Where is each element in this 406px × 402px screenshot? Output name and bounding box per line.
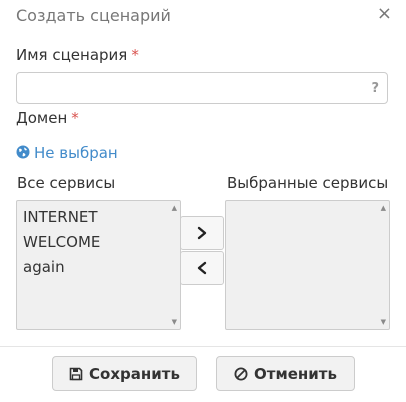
help-icon[interactable]: ?: [371, 81, 379, 96]
list-item[interactable]: WELCOME: [17, 230, 180, 255]
domain-label-text: Домен: [16, 109, 68, 127]
required-mark: *: [71, 109, 79, 127]
list-item[interactable]: again: [17, 255, 180, 280]
save-button-label: Сохранить: [89, 364, 180, 383]
list-item[interactable]: INTERNET: [17, 205, 180, 230]
remove-service-button[interactable]: [180, 251, 224, 285]
close-icon[interactable]: ×: [377, 4, 392, 24]
available-services-list[interactable]: INTERNET WELCOME again ▲ ▼: [16, 200, 181, 330]
scroll-up-icon[interactable]: ▲: [172, 204, 177, 212]
scenario-name-label-text: Имя сценария: [16, 46, 128, 64]
floppy-disk-icon: [69, 367, 83, 380]
scroll-up-icon[interactable]: ▲: [381, 204, 386, 212]
ban-icon: [234, 367, 248, 380]
selected-services-label: Выбранные сервисы: [227, 174, 389, 192]
chevron-left-icon: [197, 261, 207, 275]
add-service-button[interactable]: [180, 216, 224, 250]
scroll-down-icon[interactable]: ▼: [381, 318, 386, 326]
scroll-down-icon[interactable]: ▼: [172, 318, 177, 326]
cancel-button[interactable]: Отменить: [216, 356, 355, 391]
chevron-right-icon: [197, 226, 207, 240]
globe-icon: [16, 145, 30, 159]
domain-select-link[interactable]: Не выбран: [16, 144, 118, 162]
scenario-name-label: Имя сценария *: [16, 46, 139, 64]
dialog-header: Создать сценарий ×: [0, 0, 406, 34]
dialog-title: Создать сценарий: [16, 6, 171, 25]
available-services-label: Все сервисы: [17, 174, 116, 192]
cancel-button-label: Отменить: [254, 364, 337, 383]
scenario-name-input[interactable]: ?: [16, 72, 388, 104]
footer-divider: [0, 346, 406, 347]
required-mark: *: [131, 46, 139, 64]
selected-services-list[interactable]: ▲ ▼: [225, 200, 390, 330]
domain-value: Не выбран: [34, 144, 118, 162]
create-scenario-dialog: Создать сценарий × Имя сценария * ? Домен…: [0, 0, 406, 402]
save-button[interactable]: Сохранить: [52, 356, 197, 391]
domain-label: Домен *: [16, 109, 79, 127]
